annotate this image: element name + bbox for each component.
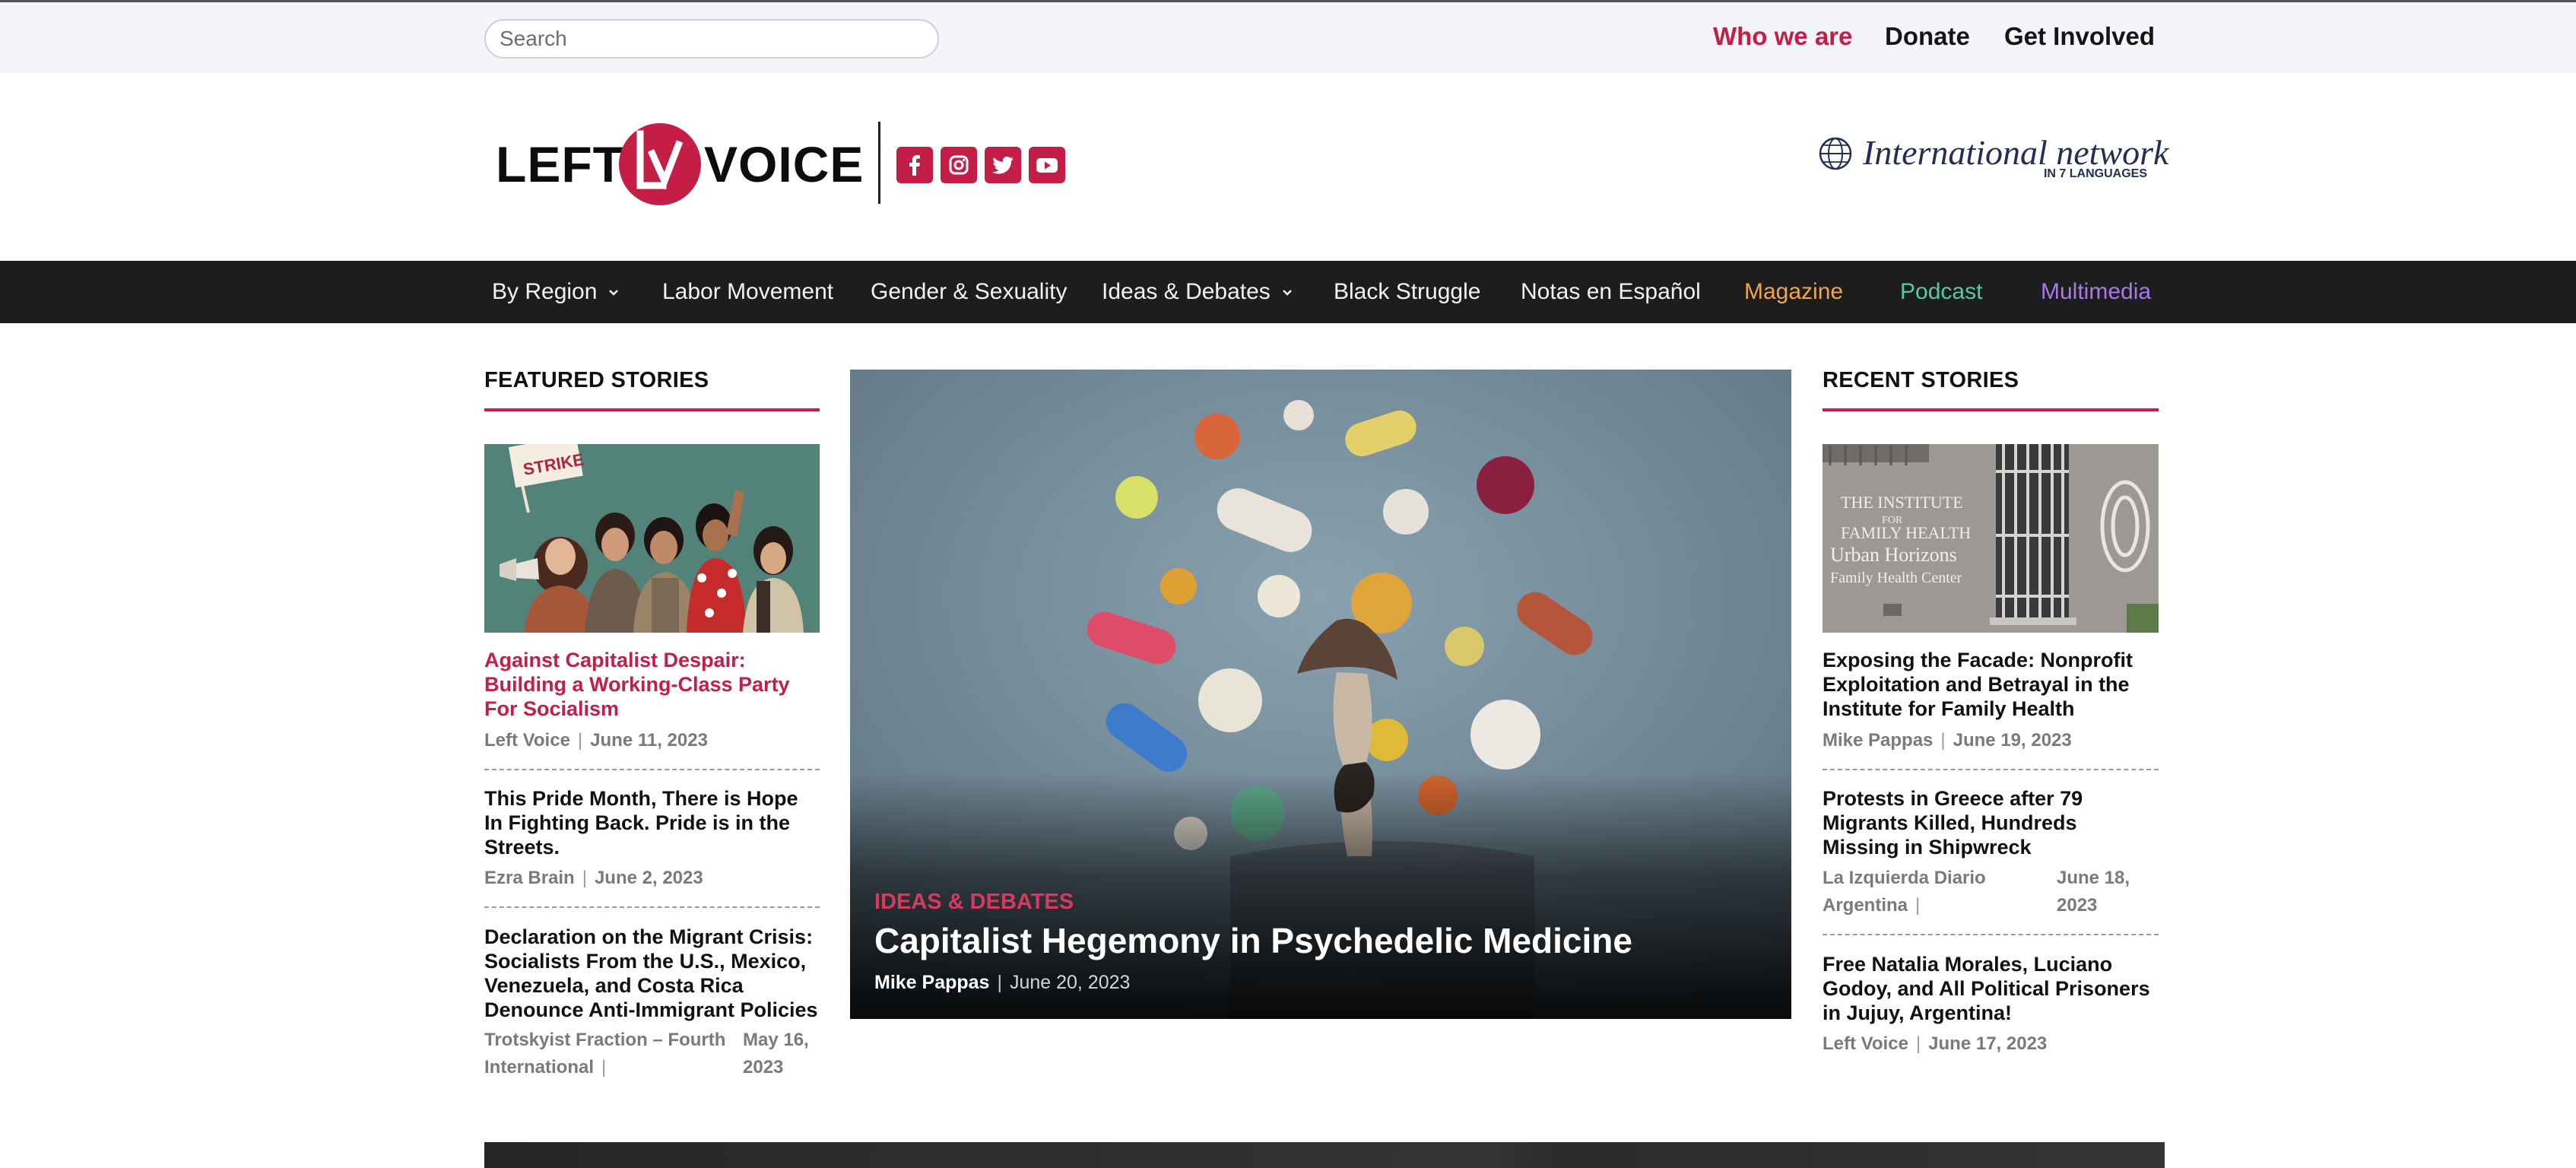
hero-author[interactable]: Mike Pappas <box>874 972 989 993</box>
story-author-block: Trotskyist Fraction – Fourth Internation… <box>484 1030 726 1078</box>
recent-story-image[interactable]: THE INSTITUTE FOR FAMILY HEALTH Urban Ho… <box>1823 444 2159 633</box>
recent-stories-heading: RECENT STORIES <box>1823 368 2019 392</box>
featured-story-meta: Ezra Brain | June 2, 2023 <box>484 868 703 888</box>
story-date: June 17, 2023 <box>1928 1033 2048 1054</box>
story-divider <box>484 769 820 770</box>
recent-story-meta: Left Voice | June 17, 2023 <box>1823 1033 2048 1054</box>
featured-story-meta: Left Voice | June 11, 2023 <box>484 730 708 751</box>
story-date: June 18, 2023 <box>2057 868 2130 916</box>
nav-item-gender-sexuality[interactable]: Gender & Sexuality <box>871 261 1067 323</box>
nav-item-ideas-debates[interactable]: Ideas & Debates <box>1102 261 1293 323</box>
nav-item-by-region[interactable]: By Region <box>492 261 620 323</box>
recent-story-title[interactable]: Protests in Greece after 79 Migrants Kil… <box>1823 786 2159 859</box>
nav-item-label: Gender & Sexuality <box>871 279 1068 304</box>
featured-heading-rule <box>484 408 820 411</box>
chevron-down-icon <box>1282 290 1292 296</box>
hero-story[interactable]: IDEAS & DEBATES Capitalist Hegemony in P… <box>850 370 1791 1019</box>
building-sign-line: Family Health Center <box>1830 570 1962 586</box>
next-section-banner <box>484 1142 2165 1168</box>
instagram-icon[interactable] <box>941 147 977 183</box>
story-author[interactable]: Ezra Brain <box>484 868 575 888</box>
story-divider <box>484 906 820 908</box>
international-network-link[interactable]: International network IN 7 LANGUAGES <box>1817 131 2168 190</box>
recent-heading-rule <box>1823 408 2159 411</box>
story-divider <box>1823 934 2159 935</box>
featured-story-title[interactable]: Declaration on the Migrant Crisis: Socia… <box>484 925 820 1022</box>
recent-story-title[interactable]: Free Natalia Morales, Luciano Godoy, and… <box>1823 952 2159 1025</box>
nav-item-label: Ideas & Debates <box>1102 279 1271 304</box>
search-input[interactable] <box>484 19 939 59</box>
story-author-block: La Izquierda Diario Argentina | <box>1823 868 1986 916</box>
hero-title[interactable]: Capitalist Hegemony in Psychedelic Medic… <box>874 920 1632 961</box>
get-involved-link[interactable]: Get Involved <box>2004 22 2155 51</box>
nav-item-labor-movement[interactable]: Labor Movement <box>662 261 833 323</box>
main-nav: By Region Labor Movement Gender & Sexual… <box>0 261 2576 323</box>
header-divider <box>878 122 880 204</box>
recent-story-title[interactable]: Exposing the Facade: Nonprofit Exploitat… <box>1823 648 2159 721</box>
story-divider <box>1823 769 2159 770</box>
nav-item-podcast[interactable]: Podcast <box>1900 261 1982 323</box>
featured-story-title[interactable]: Against Capitalist Despair: Building a W… <box>484 648 820 721</box>
nav-item-magazine[interactable]: Magazine <box>1744 261 1843 323</box>
nav-item-label: Multimedia <box>2041 279 2152 304</box>
nav-item-label: Labor Movement <box>662 279 834 304</box>
nav-item-label: Magazine <box>1744 279 1844 304</box>
nav-item-label: Notas en Español <box>1521 279 1701 304</box>
recent-story-meta: Mike Pappas | June 19, 2023 <box>1823 730 2072 751</box>
donate-link[interactable]: Donate <box>1885 22 1970 51</box>
nav-item-notas-en-espanol[interactable]: Notas en Español <box>1521 261 1701 323</box>
nav-item-label: Black Struggle <box>1334 279 1481 304</box>
story-author[interactable]: Mike Pappas <box>1823 730 1933 751</box>
story-author[interactable]: La Izquierda Diario Argentina <box>1823 868 1986 916</box>
hero-meta: Mike Pappas | June 20, 2023 <box>874 972 1131 993</box>
story-author[interactable]: Left Voice <box>484 730 570 751</box>
hero-date: June 20, 2023 <box>1009 972 1131 993</box>
utility-bar: Who we are Donate Get Involved <box>0 0 2576 73</box>
nav-item-multimedia[interactable]: Multimedia <box>2041 261 2151 323</box>
featured-story-title[interactable]: This Pride Month, There is Hope In Fight… <box>484 786 820 859</box>
hero-category[interactable]: IDEAS & DEBATES <box>874 890 1074 915</box>
featured-story-image[interactable]: STRIKE <box>484 444 820 633</box>
story-date: June 2, 2023 <box>594 868 703 888</box>
building-sign-line: THE INSTITUTE <box>1841 493 1963 512</box>
facebook-icon[interactable] <box>896 147 933 183</box>
nav-item-black-struggle[interactable]: Black Struggle <box>1334 261 1480 323</box>
who-we-are-link[interactable]: Who we are <box>1713 22 1852 51</box>
building-sign-line: Urban Horizons <box>1830 544 1957 566</box>
featured-stories-heading: FEATURED STORIES <box>484 368 709 392</box>
twitter-icon[interactable] <box>985 147 1021 183</box>
story-author[interactable]: Left Voice <box>1823 1033 1908 1054</box>
story-date: June 19, 2023 <box>1953 730 2072 751</box>
international-network-subtitle: IN 7 LANGUAGES <box>2043 167 2147 180</box>
youtube-icon[interactable] <box>1029 147 1065 183</box>
chevron-down-icon <box>609 290 619 296</box>
nav-item-label: Podcast <box>1900 279 1983 304</box>
building-sign-line: FAMILY HEALTH <box>1841 523 1971 542</box>
logo-mark-icon <box>619 123 701 205</box>
logo-text-left: LEFT <box>496 136 624 192</box>
nav-item-label: By Region <box>492 279 598 304</box>
story-date: May 16, 2023 <box>743 1030 809 1078</box>
logo-text-right: VOICE <box>704 136 864 192</box>
globe-icon <box>1819 137 1852 170</box>
story-date: June 11, 2023 <box>590 730 708 751</box>
